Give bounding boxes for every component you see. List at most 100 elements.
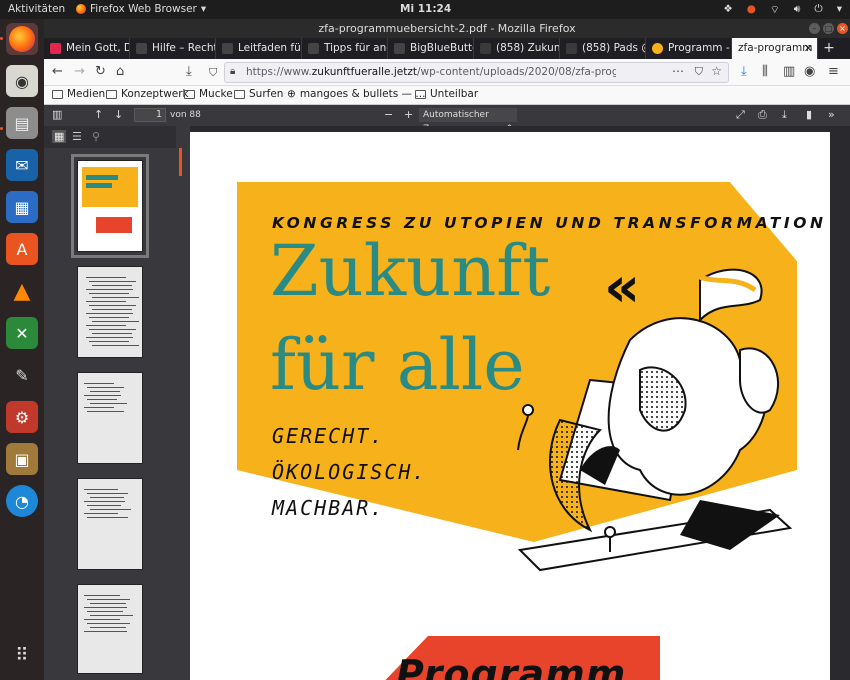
- reload-icon[interactable]: ↻: [95, 64, 106, 79]
- thumb-text-line: [92, 285, 132, 286]
- pad-icon: [480, 43, 491, 54]
- bookmark-icon[interactable]: ▮: [806, 108, 812, 121]
- tab-8-active[interactable]: zfa-programm ✕: [732, 38, 818, 59]
- page-actions-icon[interactable]: ⋯: [672, 64, 684, 78]
- minimize-button[interactable]: –: [809, 23, 820, 34]
- network-icon[interactable]: ⌔: [770, 3, 780, 17]
- close-window-button[interactable]: ×: [837, 23, 848, 34]
- next-page-icon[interactable]: ↓: [114, 108, 123, 121]
- back-icon[interactable]: ←: [52, 64, 63, 79]
- thumb-text-line: [89, 329, 136, 330]
- tab-1[interactable]: Hilfe – Recht: [130, 38, 216, 59]
- vlc-icon[interactable]: ▲: [6, 275, 38, 307]
- page-thumbnail-1[interactable]: [71, 154, 149, 258]
- library-icon[interactable]: ⫼: [762, 64, 768, 79]
- tab-label: BigBlueButto: [410, 42, 474, 54]
- scrollbar-thumb[interactable]: [179, 148, 182, 176]
- thumb-text-line: [89, 317, 129, 318]
- home-icon[interactable]: ⌂: [116, 64, 124, 79]
- writer-icon[interactable]: ▦: [6, 191, 38, 223]
- account-icon[interactable]: ◉: [804, 64, 815, 79]
- bookmark-mucke[interactable]: Mucke: [184, 88, 233, 100]
- sidebar-icon[interactable]: ▥: [783, 64, 795, 79]
- rhythmbox-icon[interactable]: ◉: [6, 65, 38, 97]
- thumb-text-line: [90, 391, 120, 392]
- gtkhash-icon[interactable]: ✕: [6, 317, 38, 349]
- tab-6[interactable]: (858) Pads @: [560, 38, 646, 59]
- bookmark-unteilbar[interactable]: Unteilbar: [415, 88, 478, 100]
- tab-0[interactable]: Mein Gott, De: [44, 38, 130, 59]
- tab-2[interactable]: Leitfaden für: [216, 38, 302, 59]
- thumb-text-line: [92, 309, 132, 310]
- bookmark-medien[interactable]: Medien: [52, 88, 105, 100]
- firefox-dock-icon[interactable]: [6, 23, 38, 55]
- page-thumbnail-5[interactable]: [77, 584, 143, 674]
- bookmark-mangoes[interactable]: ⊕ mangoes & bullets — ...: [287, 88, 425, 100]
- dropbox-icon[interactable]: ❖: [723, 3, 732, 17]
- timer-icon[interactable]: ◔: [6, 485, 38, 517]
- bookmark-star-icon[interactable]: ☆: [711, 64, 722, 78]
- pocket-icon[interactable]: ⛉: [695, 65, 703, 79]
- tab-5[interactable]: (858) Zukunf: [474, 38, 560, 59]
- presentation-mode-icon[interactable]: ⤢: [736, 108, 745, 122]
- menu-icon[interactable]: ≡: [828, 64, 839, 79]
- chevron-down-icon: ▾: [200, 3, 207, 15]
- archive-icon[interactable]: ▣: [6, 443, 38, 475]
- zoom-out-icon[interactable]: −: [384, 108, 393, 121]
- window-titlebar[interactable]: zfa-programmuebersicht-2.pdf - Mozilla F…: [44, 19, 850, 38]
- thunderbird-icon[interactable]: ✉: [6, 149, 38, 181]
- page-number-input[interactable]: 1: [134, 108, 166, 122]
- page-thumbnail-4[interactable]: [77, 478, 143, 570]
- sidebar-scrollbar[interactable]: [176, 126, 190, 680]
- software-center-icon[interactable]: A: [6, 233, 38, 265]
- pdf-viewer[interactable]: KONGRESS ZU UTOPIEN UND TRANSFORMATION Z…: [190, 126, 850, 680]
- bookmarks-toolbar: Medien Konzeptwerk Mucke Surfen ⊕ mangoes…: [44, 86, 850, 105]
- url-text[interactable]: https://www.zukunftfueralle.jetzt/wp-con…: [246, 66, 616, 78]
- thumbnails-view-icon[interactable]: ▦: [52, 130, 67, 143]
- tab-3[interactable]: Tipps für ang: [302, 38, 388, 59]
- files-icon[interactable]: ▤: [6, 107, 38, 139]
- attachments-view-icon[interactable]: ⚲: [92, 130, 100, 143]
- close-tab-icon[interactable]: ✕: [804, 38, 813, 59]
- system-tray[interactable]: ❖ ● ⌔ 🔊︎ ⏻ ▾: [723, 3, 842, 17]
- update-icon[interactable]: ●: [747, 3, 756, 17]
- volume-icon[interactable]: 🔊︎: [794, 3, 801, 17]
- bookmark-konzeptwerk[interactable]: Konzeptwerk: [106, 88, 189, 100]
- forward-icon[interactable]: →: [74, 64, 85, 79]
- download-page-icon[interactable]: ⤓: [186, 64, 192, 79]
- app-menu[interactable]: Firefox Web Browser ▾: [76, 3, 206, 15]
- bookmark-surfen[interactable]: Surfen: [234, 88, 283, 100]
- dock: ◉ ▤ ✉ ▦ A ▲ ✕ ✎ ⚙ ▣ ◔ ⠿: [0, 19, 44, 680]
- toggle-sidebar-icon[interactable]: ▥: [52, 108, 62, 121]
- zoom-in-icon[interactable]: +: [404, 108, 413, 121]
- maximize-button[interactable]: □: [823, 23, 834, 34]
- downloads-icon[interactable]: ⤓: [741, 64, 747, 79]
- gimp-icon[interactable]: ✎: [6, 359, 38, 391]
- new-tab-button[interactable]: +: [818, 38, 840, 59]
- page-thumbnail-3[interactable]: [77, 372, 143, 464]
- print-icon[interactable]: ⎙: [758, 108, 767, 122]
- page-thumbnail-2[interactable]: [77, 266, 143, 358]
- tools-icon[interactable]: »: [828, 108, 835, 121]
- url-bar[interactable]: 🔒︎ https://www.zukunftfueralle.jetzt/wp-…: [224, 62, 729, 83]
- power-icon[interactable]: ⏻: [814, 3, 822, 17]
- thumb-text-line: [87, 399, 117, 400]
- previous-page-icon[interactable]: ↑: [94, 108, 103, 121]
- folder-icon: [52, 89, 63, 99]
- thumb-text-line: [89, 305, 136, 306]
- show-apps-icon[interactable]: ⠿: [6, 639, 38, 671]
- clock[interactable]: Mi 11:24: [400, 3, 451, 15]
- tab-4[interactable]: BigBlueButto: [388, 38, 474, 59]
- bookmark-label: Konzeptwerk: [121, 88, 189, 100]
- tab-7[interactable]: Programm - Z: [646, 38, 732, 59]
- lock-icon[interactable]: 🔒︎: [230, 66, 235, 77]
- thumb-text-line: [87, 623, 130, 624]
- settings-tools-icon[interactable]: ⚙: [6, 401, 38, 433]
- thumb-text-line: [84, 489, 118, 490]
- outline-view-icon[interactable]: ☰: [72, 130, 82, 143]
- slogan-machbar: MACHBAR.: [272, 496, 385, 520]
- zoom-select[interactable]: Automatischer Zoom ⇕: [419, 108, 517, 134]
- shield-icon[interactable]: ⛉: [209, 66, 217, 80]
- activities-button[interactable]: Aktivitäten: [8, 3, 65, 15]
- save-icon[interactable]: ⤓: [782, 108, 787, 122]
